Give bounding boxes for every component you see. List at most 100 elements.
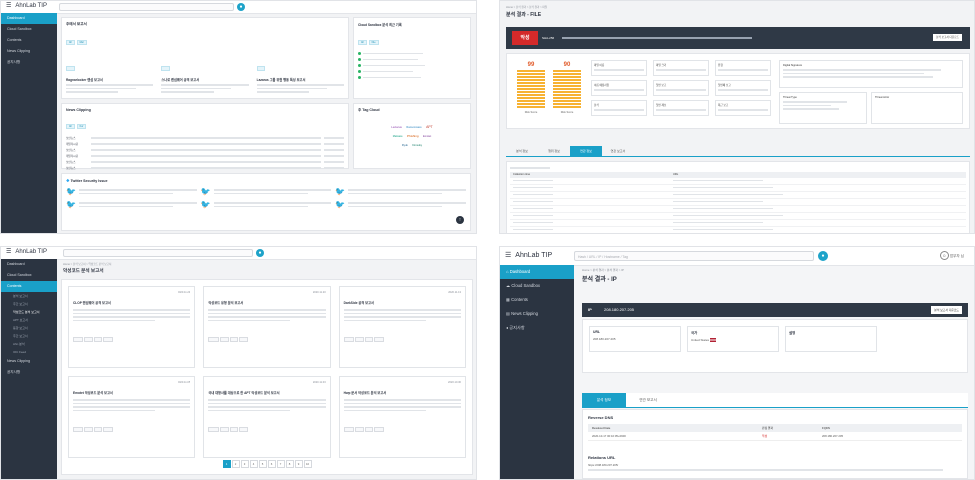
sidebar-item-dashboard[interactable]: ⌂ Dashboard <box>500 265 574 279</box>
sidebar-subitem[interactable]: 주간 보고서 <box>1 332 57 340</box>
page-button[interactable]: 4 <box>249 460 258 468</box>
table-row[interactable] <box>510 206 966 213</box>
sidebar-item-notice[interactable]: 공지사항 <box>1 367 57 378</box>
tweet-item[interactable]: 🐦 <box>66 200 197 209</box>
report-date: 2020.10.30 <box>448 381 461 384</box>
sidebar: Dashboard Cloud Sandbox Contents 분석 보고서 … <box>1 259 57 479</box>
list-item[interactable] <box>358 76 466 79</box>
tweet-item[interactable]: 🐦 <box>201 187 332 196</box>
tab-analysis[interactable]: 분석 정보 <box>582 393 626 407</box>
sidebar-subitem[interactable]: 동향 보고서 <box>1 324 57 332</box>
page-button[interactable]: 7 <box>276 460 285 468</box>
relation-link[interactable]: https://208.180.207.205/ <box>588 463 962 467</box>
page-button[interactable]: 9 <box>294 460 303 468</box>
dashboard-content: 주에서 보고서 All Mal Ragnarlocker 랜섬 보고서 스나로 랜… <box>57 13 476 233</box>
table-row[interactable]: 보안뉴스 <box>66 165 344 171</box>
report-item[interactable]: Lazarus 그룹 위협 행동 특성 보고서 <box>256 56 344 95</box>
sidebar-item-contents[interactable]: Contents <box>1 281 57 292</box>
section-title: Reverse DNS <box>588 415 614 420</box>
sidebar-subitem[interactable]: 주간 보고서 <box>1 300 57 308</box>
tab-related-report[interactable]: 연관 보고서 <box>626 393 670 407</box>
sidebar-subitem[interactable]: Ahn 분석 <box>1 340 57 348</box>
search-icon[interactable]: ● <box>256 249 264 257</box>
news-list: 보안뉴스 데일리시큐 보안뉴스 데일리시큐 보안뉴스 보안뉴스 <box>66 135 344 171</box>
tab-mal[interactable]: Mal <box>76 40 87 45</box>
ip-analysis-screenshot: ☰ AhnLab TIP Hash / URL / IP / Hostname /… <box>499 246 975 480</box>
list-item[interactable] <box>358 70 466 73</box>
list-item[interactable] <box>358 64 466 67</box>
sidebar-subitem[interactable]: APT 보고서 <box>1 316 57 324</box>
page-button[interactable]: 10 <box>303 460 312 468</box>
tab-behavior[interactable]: 행위 정보 <box>538 146 570 156</box>
search-input[interactable] <box>59 3 234 11</box>
sidebar-item-dashboard[interactable]: Dashboard <box>1 13 57 24</box>
tag-cloud-card: 주 Tag Cloud Lazarus Ransomware APT Malwa… <box>353 103 471 169</box>
list-item[interactable] <box>358 58 466 61</box>
page-button[interactable]: 2 <box>231 460 240 468</box>
search-icon[interactable]: ● <box>237 3 245 11</box>
table-row[interactable] <box>510 220 966 227</box>
report-item[interactable]: Ragnarlocker 랜섬 보고서 <box>66 56 154 95</box>
user-menu[interactable]: ☺ 업무자 님 <box>939 251 964 260</box>
country-box: 국가 United States <box>687 326 779 352</box>
table-row[interactable] <box>510 192 966 199</box>
sidebar-item-cloud-sandbox[interactable]: ☁ Cloud Sandbox <box>500 279 574 293</box>
megaphone-icon: ◂ <box>506 325 509 330</box>
page-button[interactable]: 3 <box>240 460 249 468</box>
report-item[interactable]: 스나로 랜섬웨어 공격 보고서 <box>161 56 249 95</box>
hamburger-icon[interactable]: ☰ <box>6 3 11 9</box>
tweet-item[interactable]: 🐦 <box>335 187 466 196</box>
breadcrumb: Home > 분석 결과 > 분석 결과 > 파일 <box>506 6 548 9</box>
scroll-top-button[interactable]: ↑ <box>456 216 464 224</box>
sidebar-item-news[interactable]: News Clipping <box>1 356 57 367</box>
sidebar-item-dashboard[interactable]: Dashboard <box>1 259 57 270</box>
download-report-button[interactable]: 분석 보고서 다운로드 <box>933 34 962 41</box>
reports-card: 주에서 보고서 All Mal Ragnarlocker 랜섬 보고서 스나로 랜… <box>61 17 349 99</box>
hamburger-icon[interactable]: ☰ <box>6 249 11 255</box>
search-input[interactable] <box>63 249 253 257</box>
download-report-button[interactable]: 분석 보고서 다운로드 <box>931 306 962 314</box>
sidebar-subitem-active[interactable]: 악성코드 분석 보고서 <box>1 308 57 316</box>
brand-logo[interactable]: ☰ AhnLab TIP <box>6 2 47 9</box>
report-card[interactable]: 2020.11.20 악성코드 유형 분석 보고서 <box>203 286 331 368</box>
table-row[interactable] <box>510 185 966 192</box>
sidebar-item-contents[interactable]: Contents <box>1 35 57 46</box>
sidebar-item-notice[interactable]: 공지사항 <box>1 57 57 68</box>
twitter-icon: 🐦 <box>200 187 211 196</box>
tab-analysis[interactable]: 분석 정보 <box>506 146 538 156</box>
page-button[interactable]: 6 <box>267 460 276 468</box>
sidebar-subitem[interactable]: 분석 보고서 <box>1 292 57 300</box>
brand-logo[interactable]: ☰ AhnLab TIP <box>6 248 47 255</box>
tweet-item[interactable]: 🐦 <box>201 200 332 209</box>
tab-related[interactable]: 연관 정보 <box>570 146 602 156</box>
page-button[interactable]: 1 <box>222 460 231 468</box>
page-button[interactable]: 5 <box>258 460 267 468</box>
hamburger-icon[interactable]: ☰ <box>505 252 511 259</box>
sidebar-item-cloud-sandbox[interactable]: Cloud Sandbox <box>1 270 57 281</box>
report-card[interactable]: 2020.11.24 CLOP 랜섬웨어 공격 보고서 <box>68 286 196 368</box>
sidebar-subitem[interactable]: IOC Feed <box>1 348 57 356</box>
report-card[interactable]: 2020.11.05 Emotet 악성코드 분석 보고서 <box>68 376 196 458</box>
brand-logo[interactable]: ☰ AhnLab TIP <box>505 251 552 259</box>
sidebar-item-news[interactable]: News Clipping <box>1 46 57 57</box>
table-row[interactable] <box>510 178 966 185</box>
search-icon[interactable]: ● <box>818 251 828 261</box>
tweet-item[interactable]: 🐦 <box>66 187 197 196</box>
sidebar-item-notice[interactable]: ◂ 공지사항 <box>500 321 574 335</box>
table-row[interactable] <box>510 227 966 233</box>
sidebar-item-contents[interactable]: ▦ Contents <box>500 293 574 307</box>
table-row[interactable] <box>510 199 966 206</box>
report-card[interactable]: 2020.11.03 국내 대형사를 대상으로 한 APT 악성코드 분석 보고서 <box>203 376 331 458</box>
report-card[interactable]: 2020.11.13 DarkSide 공격 보고서 <box>338 286 466 368</box>
sidebar-item-news[interactable]: ▤ News Clipping <box>500 307 574 321</box>
tab-related-report[interactable]: 연관 보고서 <box>602 146 634 156</box>
report-card[interactable]: 2020.10.30 Hwp 문서 악성코드 분석 보고서 <box>338 376 466 458</box>
tab-all[interactable]: All <box>66 40 75 45</box>
table-row[interactable]: 2020-10-17 00:10:05+0900 악성 208.180.207.… <box>588 432 962 441</box>
tweet-item[interactable]: 🐦 <box>335 200 466 209</box>
search-input[interactable]: Hash / URL / IP / Hostname / Tag <box>574 251 814 261</box>
page-button[interactable]: 8 <box>285 460 294 468</box>
table-row[interactable] <box>510 213 966 220</box>
sidebar-item-cloud-sandbox[interactable]: Cloud Sandbox <box>1 24 57 35</box>
list-item[interactable] <box>358 52 466 55</box>
